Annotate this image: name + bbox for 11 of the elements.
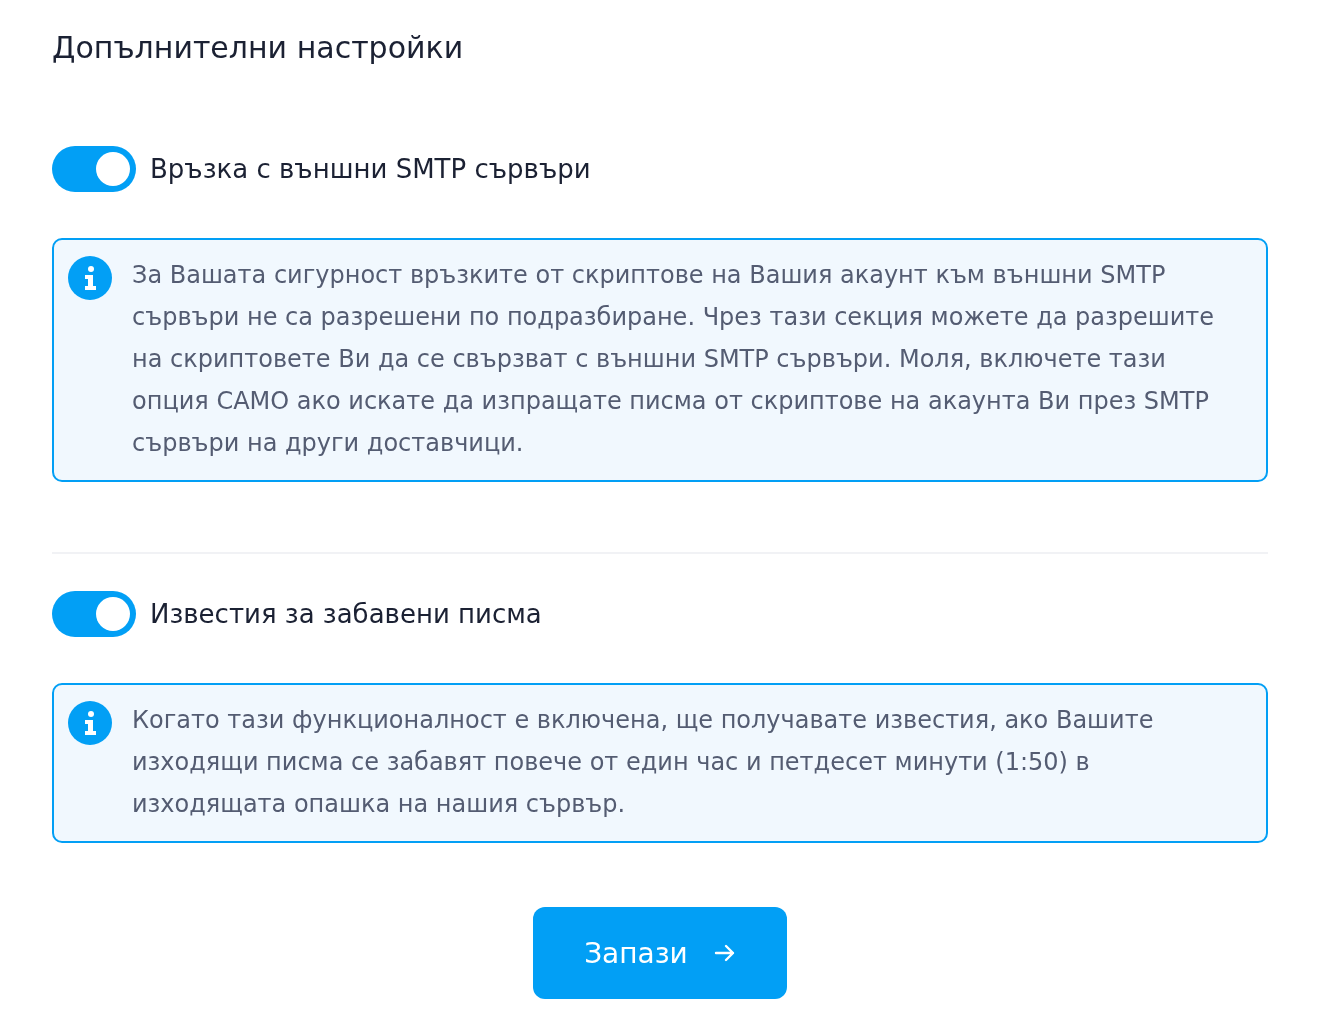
toggle-switch[interactable] <box>52 591 136 637</box>
save-button[interactable]: Запази <box>533 907 787 999</box>
info-text: За Вашата сигурност връзките от скриптове на Вашия акаунт към външни SMTP сървъри не са разрешени по подразбиране. Чрез тази секция можете да разрешите на скриптовете Ви да се свързват с външни SMTP сървъри. Моля, включете тази опция САМО ако искате да изпращате писма от скриптове на акаунта Ви през SMTP сървъри на други доставчици. <box>132 260 1216 459</box>
toggle-switch[interactable] <box>52 146 136 192</box>
setting-label: Известия за забавени писма <box>150 599 542 629</box>
setting-label: Връзка с външни SMTP сървъри <box>150 154 591 184</box>
info-text: Когато тази функционалност е включена, ще получавате известия, ако Вашите изходящи писма се забавят повече от един час и петдесет минути (1:50) в изходящата опашка на нашия сървър. <box>132 705 1155 820</box>
info-icon <box>68 256 112 300</box>
info-icon <box>68 701 112 745</box>
arrow-right-icon <box>713 944 736 962</box>
section-title: Допълнителни настройки <box>52 29 465 67</box>
